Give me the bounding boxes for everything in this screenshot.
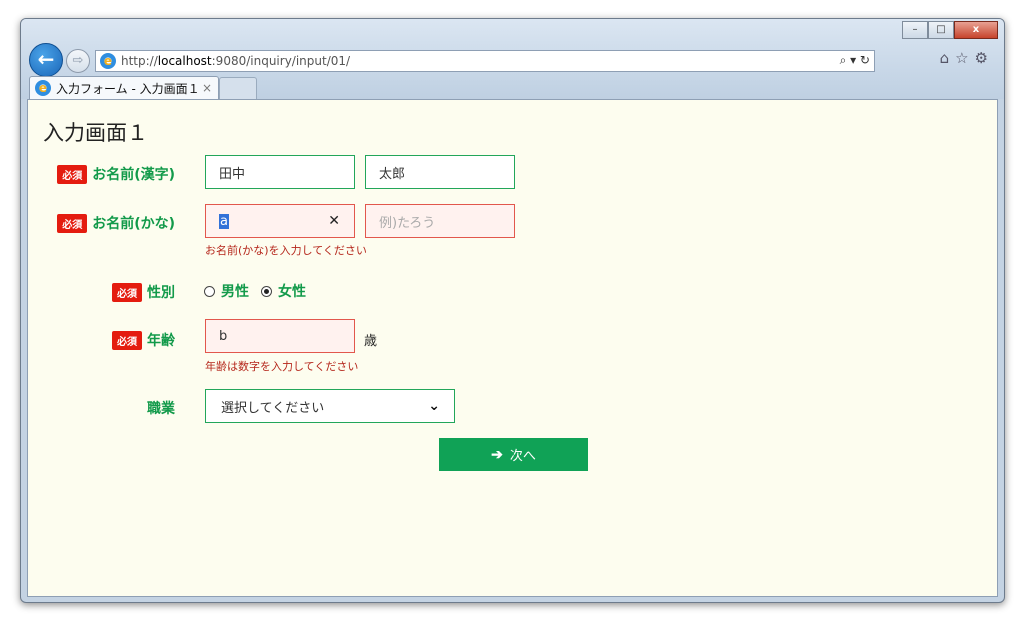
required-badge: 必須 (112, 330, 142, 350)
maximize-button[interactable]: □ (928, 21, 954, 39)
window-controls: – □ x (902, 21, 998, 39)
age-error: 年齢は数字を入力してください (205, 360, 359, 373)
last-name-kana-input[interactable]: a ✕ (205, 204, 355, 238)
occupation-select[interactable]: 選択してください ⌄ (205, 389, 455, 423)
ie-icon: e (100, 53, 116, 69)
last-name-kana-value: a (219, 213, 229, 229)
age-unit: 歳 (364, 334, 378, 349)
last-name-kanji-input[interactable]: 田中 (205, 155, 355, 189)
age-label: 必須 年齢 (112, 330, 175, 350)
occupation-label-text: 職業 (147, 401, 175, 417)
address-tools[interactable]: ⌕ ▾ ↻ (840, 53, 870, 68)
first-name-kanji-value: 太郎 (379, 166, 406, 182)
first-name-kanji-input[interactable]: 太郎 (365, 155, 515, 189)
last-name-kanji-value: 田中 (219, 166, 246, 182)
clear-input-icon[interactable]: ✕ (328, 213, 340, 229)
occupation-label: 職業 (147, 398, 175, 418)
back-button[interactable]: ← (29, 43, 63, 77)
forward-arrow-icon: ⇨ (72, 53, 84, 68)
address-bar[interactable]: e http://localhost:9080/inquiry/input/01… (95, 50, 875, 72)
gender-label: 必須 性別 (112, 282, 175, 302)
close-window-button[interactable]: x (954, 21, 998, 39)
back-arrow-icon: ← (37, 47, 55, 71)
age-label-text: 年齢 (147, 333, 175, 349)
browser-chrome: – □ x ← ⇨ e http://localhost:9080/inquir… (21, 19, 1004, 99)
gender-option-male[interactable]: 男性 (221, 281, 249, 301)
occupation-selected-value: 選択してください (221, 400, 325, 416)
page-content: 入力画面１ 必須 お名前(漢字) 田中 太郎 必須 お名前(かな) a ✕ 例)… (27, 99, 998, 597)
url-prefix: http:// (121, 54, 158, 68)
favorites-star-icon[interactable]: ☆ (955, 49, 974, 67)
chevron-down-icon: ⌄ (428, 398, 440, 414)
forward-button[interactable]: ⇨ (66, 49, 90, 73)
browser-window: – □ x ← ⇨ e http://localhost:9080/inquir… (20, 18, 1005, 603)
name-kanji-label: 必須 お名前(漢字) (57, 164, 175, 184)
arrow-right-icon: ➔ (491, 446, 503, 462)
tab-active[interactable]: e 入力フォーム - 入力画面１ × (29, 76, 219, 99)
toolbar-icons: ⌂☆⚙ (940, 49, 994, 67)
name-kana-label-text: お名前(かな) (92, 216, 175, 232)
gender-label-text: 性別 (147, 285, 175, 301)
settings-gear-icon[interactable]: ⚙ (975, 49, 994, 67)
home-icon[interactable]: ⌂ (940, 49, 956, 67)
age-input[interactable]: b (205, 319, 355, 353)
tab-close-icon[interactable]: × (202, 81, 212, 95)
url-path: :9080/inquiry/input/01/ (211, 54, 351, 68)
gender-radio-group: 男性 女性 (204, 281, 306, 301)
gender-radio-female[interactable] (261, 285, 272, 297)
minimize-button[interactable]: – (902, 21, 928, 39)
gender-radio-male[interactable] (204, 285, 215, 297)
gender-option-female[interactable]: 女性 (278, 281, 306, 301)
name-kanji-label-text: お名前(漢字) (92, 167, 175, 183)
age-value: b (219, 328, 228, 344)
tab-ie-icon: e (35, 80, 51, 96)
next-button-label: 次へ (509, 448, 536, 463)
name-kana-error: お名前(かな)を入力してください (205, 244, 367, 257)
name-kana-label: 必須 お名前(かな) (57, 213, 175, 233)
tab-title: 入力フォーム - 入力画面１ (56, 81, 200, 96)
required-badge: 必須 (57, 164, 88, 184)
required-badge: 必須 (112, 282, 142, 302)
page-title: 入力画面１ (43, 121, 148, 145)
required-badge: 必須 (57, 213, 88, 233)
first-name-kana-placeholder: 例)たろう (379, 215, 436, 231)
new-tab-button[interactable] (219, 77, 257, 99)
next-button[interactable]: ➔ 次へ (439, 438, 588, 471)
url-host: localhost (157, 54, 212, 68)
first-name-kana-input[interactable]: 例)たろう (365, 204, 515, 238)
